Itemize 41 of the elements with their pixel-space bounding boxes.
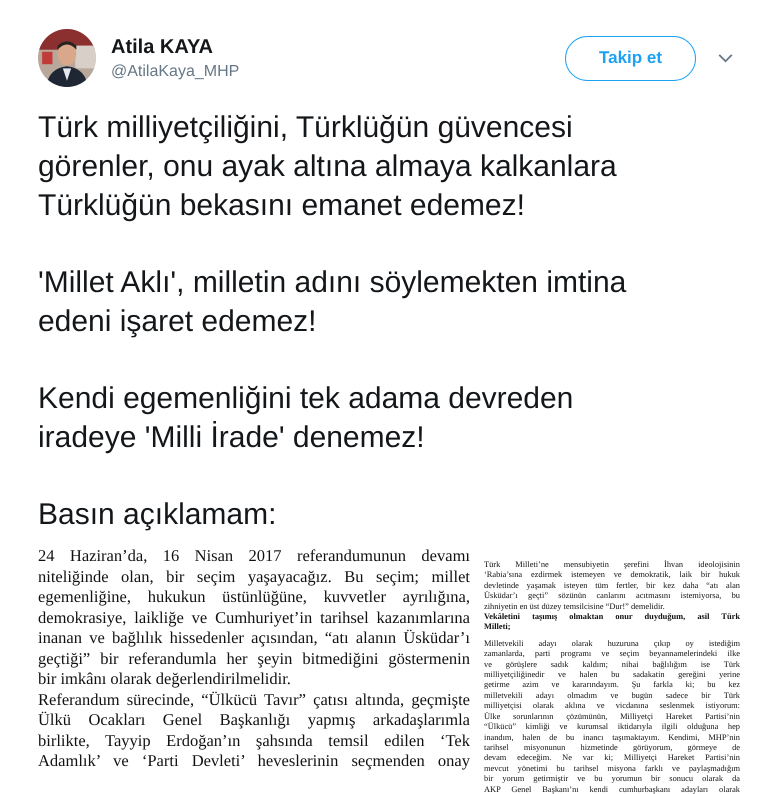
tweet-paragraph: 'Millet Aklı', milletin adını söylemekten imtina edeni işaret edemez! [38, 265, 628, 340]
document-line: demokrasiye, laikliğe ve Cumhuriyet’in tarihsel kazanımlarına [38, 608, 470, 628]
document-line: Ülke sorunlarının çözümünün, Milliyetçi Hareket Partisi’nin [484, 712, 740, 722]
document-line: birlikte, Tayyip Erdoğan’ın şahsında temsil edilen ‘Tek [38, 730, 470, 751]
document-line: Adamlık’ ve ‘Parti Devleti’ heveslerinin seçmenden onay [38, 751, 470, 772]
document-line: 24 Haziran’da, 16 Nisan 2017 referandumunun devamı [38, 546, 470, 566]
follow-button[interactable]: Takip et [565, 36, 696, 80]
document-line: devletinde yaşamak isteyen tüm fertler, bir kez daha “atı alan [484, 580, 740, 591]
document-line: zamanlarda, parti programı ve seçim beyannamelerindeki ilke [484, 649, 740, 660]
document-line: Referandum sürecinde, “Ülkücü Tavır” çatısı altında, geçmişte [38, 690, 470, 710]
tweet-paragraph: Türk milliyetçiliğini, Türklüğün güvencesi görenler, onu ayak altına almaya kalkanlara Türklüğün bekasını emanet edemez! [38, 110, 618, 224]
document-line: inandım, halen de bu inancı taşımaktayım. Kendimi, MHP’nin [484, 732, 740, 743]
document-line: Milletvekili adayı olarak huzuruna çıkıp oy istediğim [484, 638, 740, 650]
document-line: milletvekili adayı olmadım ve bugün sadece bir Türk [484, 690, 740, 702]
document-line: milliyetçisi olarak aklına ve vicdanına seslenmek istiyorum: [484, 701, 740, 712]
document-line: tarihsel misyonunun hizmetinde görüyorum, görmeye de [484, 742, 740, 754]
document-line: Vekâletini taşımış olmaktan onur duyduğum, asil Türk [484, 612, 740, 622]
document-line: milliyetçiliğinedir ve halen bu sadakatin gereğini yerine [484, 670, 740, 680]
document-line: bir yorum getirmiştir ve bu yorumun bir sonucu olarak da [484, 774, 740, 785]
document-line: getirme azim ve kararındayım. Şu farkla ki; bu kez [484, 680, 740, 691]
document-line: ve görüşlere sadık kaldım; nihai bağlılığım ise Türk [484, 660, 740, 670]
document-line: bir imkânı olarak değerlendirilmelidir. [38, 669, 292, 690]
document-line: ‘Rabia’sına ezdirmek istemeyen ve demokratik, laik bir hukuk [484, 570, 740, 581]
chevron-down-icon[interactable] [718, 54, 733, 62]
document-line: Türk Milleti’ne mensubiyetin şerefini İhvan ideolojisinin [484, 560, 740, 570]
document-line: AKP Genel Başkanı’nı kendi cumhurbaşkanı adayları olarak [484, 784, 740, 794]
document-line: Ülkü Ocakları Genel Başkanlığı yapmış arkadaşlarımla [38, 710, 470, 730]
document-line: “Ülkücü” kimliği ve kurumsal iktidarıyla ilgili olduğuna hep [484, 722, 740, 732]
document-line: zihniyetin en üst düzey temsilcisine “Dur!” demelidir. [484, 602, 666, 612]
document-line: devam edeceğim. Ne var ki; Milliyetçi Hareket Partisi’nin [484, 753, 740, 764]
document-line: inanan ve bağlılık hissedenler açısından, “atı alanın Üsküdar’ı [38, 628, 470, 648]
author-name[interactable]: Atila KAYA [111, 36, 565, 58]
document-line: geçtiği” bir referandumla her şeyin bitmediğini göstermenin [38, 648, 470, 669]
tweet-paragraph: Kendi egemenliğini tek adama devreden iradeye 'Milli İrade' denemez! [38, 381, 574, 456]
tweet-paragraph: Basın açıklamam: [38, 497, 278, 533]
document-line: Milleti; [484, 622, 512, 633]
document-line: mevcut yönetimi bu tarihsel misyona farklı ve paylaşmadığım [484, 764, 740, 774]
document-line: egemenliğine, hukukun üstünlüğüne, kuvvetler ayrılığına, [38, 587, 470, 608]
document-line: Üsküdar’ı geçti” sözünün canlarını acıtmasını istemiyorsa, bu [484, 591, 740, 602]
author-handle[interactable]: @AtilaKaya_MHP [111, 62, 565, 80]
document-line: niteliğinde olan, bir seçim yaşayacağız. Bu seçim; millet [38, 566, 470, 587]
